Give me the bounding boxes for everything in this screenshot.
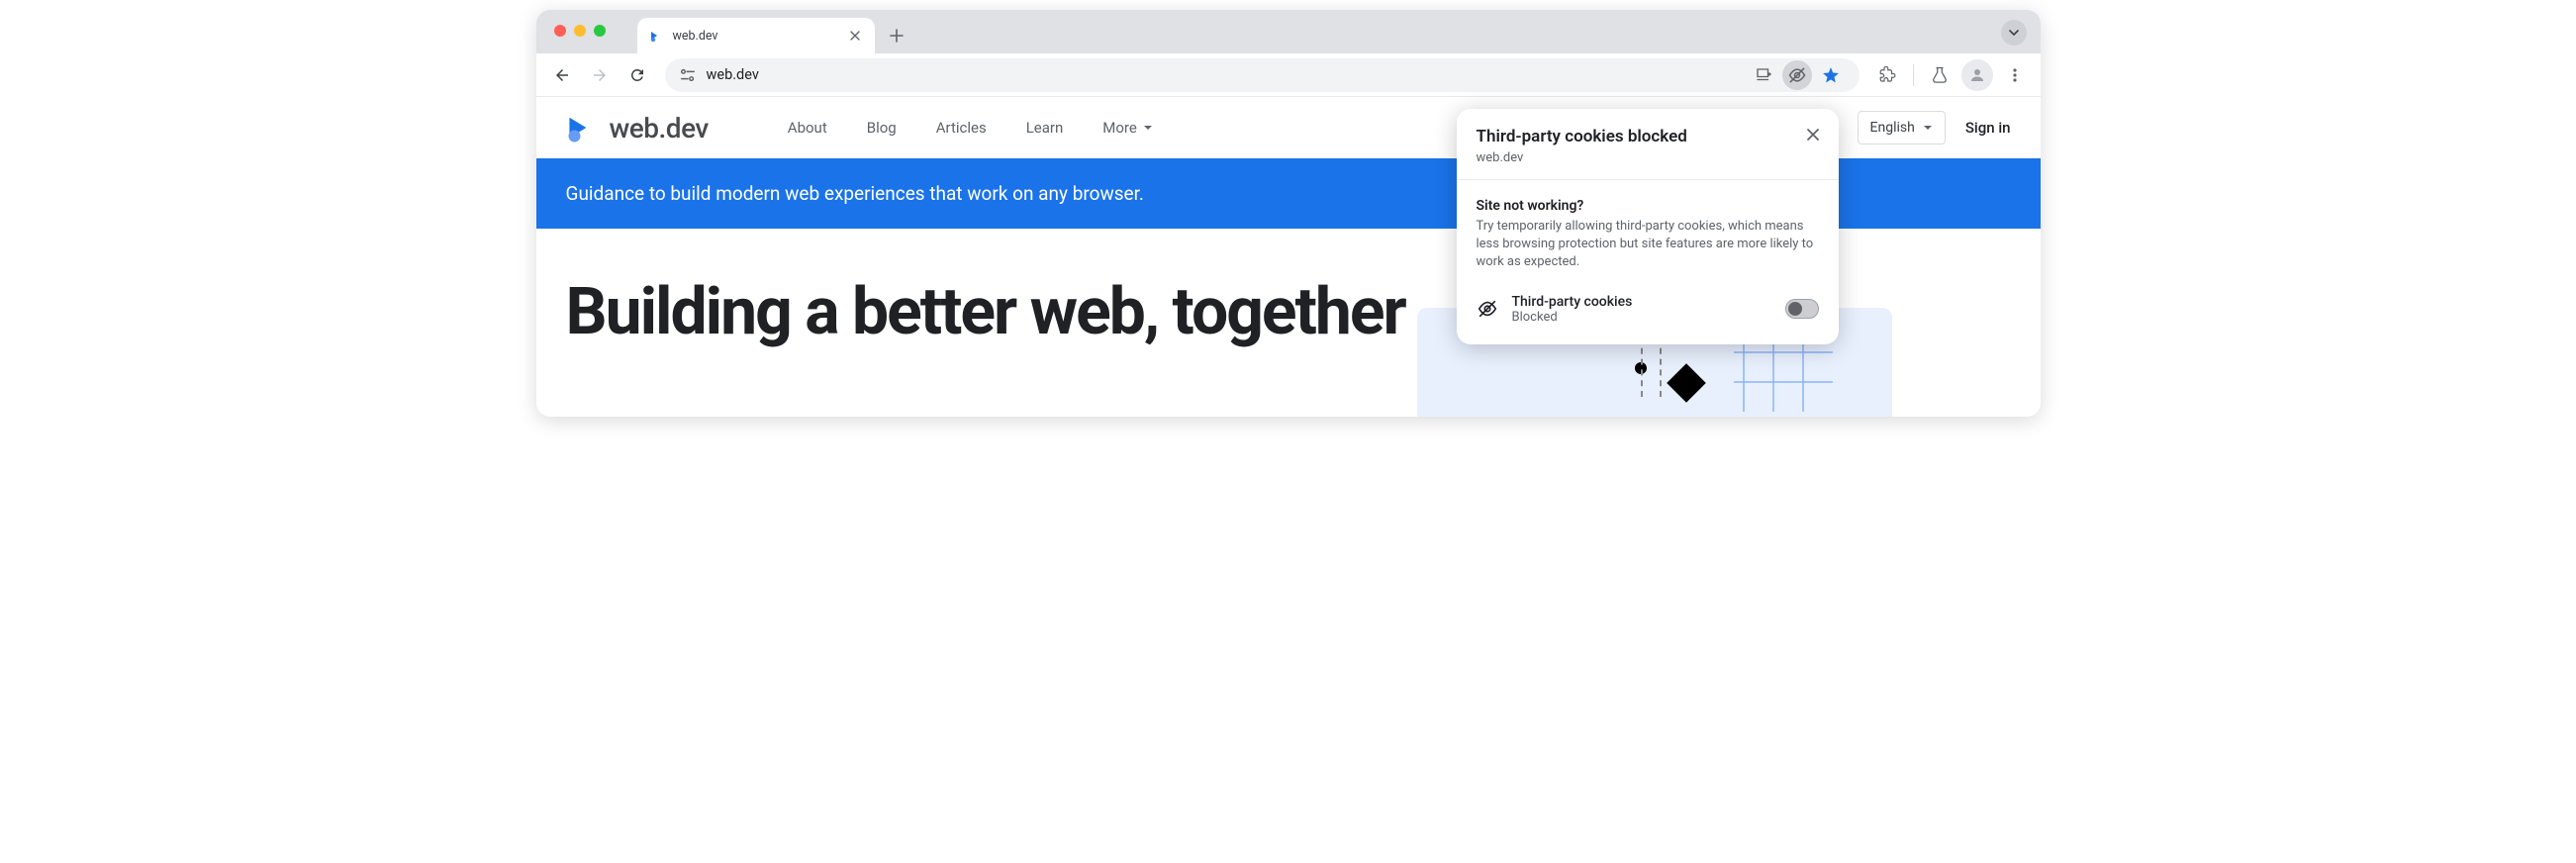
window-maximize-button[interactable] [594,25,606,37]
window-close-button[interactable] [554,25,566,37]
popup-host: web.dev [1477,150,1819,165]
toolbar-separator [1913,64,1914,86]
extensions-icon[interactable] [1871,59,1903,91]
site-settings-icon[interactable] [679,67,697,83]
address-bar[interactable]: web.dev [665,58,1860,92]
site-nav: About Blog Articles Learn More [788,119,1153,137]
chrome-menu-icon[interactable] [1999,59,2031,91]
popup-title: Third-party cookies blocked [1477,127,1819,146]
new-tab-button[interactable] [883,22,910,49]
header-right: English Sign in [1858,111,2011,144]
install-app-icon[interactable] [1749,60,1778,90]
nav-learn[interactable]: Learn [1026,119,1064,137]
sign-in-link[interactable]: Sign in [1965,119,2011,137]
url-text: web.dev [707,66,1739,83]
language-selector[interactable]: English [1858,111,1946,144]
browser-tab[interactable]: web.dev [637,18,875,53]
tab-title: web.dev [673,29,839,44]
nav-blog[interactable]: Blog [867,119,897,137]
cookies-blocked-icon[interactable] [1782,60,1812,90]
profile-avatar-icon[interactable] [1961,59,1993,91]
browser-window: web.dev [536,10,2041,417]
bookmark-star-icon[interactable] [1816,60,1846,90]
reload-button[interactable] [621,59,653,91]
eye-off-icon [1477,298,1498,320]
site-logo-text: web.dev [610,112,709,144]
cookies-popup: Third-party cookies blocked web.dev Site… [1457,109,1839,344]
nav-articles[interactable]: Articles [936,119,987,137]
tab-favicon-icon [649,28,665,44]
toggle-labels: Third-party cookies Blocked [1512,294,1771,325]
labs-icon[interactable] [1924,59,1956,91]
nav-more-label: More [1102,119,1137,137]
site-logo[interactable]: web.dev [566,111,709,144]
window-minimize-button[interactable] [574,25,586,37]
language-label: English [1870,120,1915,136]
nav-more[interactable]: More [1102,119,1153,137]
back-button[interactable] [546,59,578,91]
dropdown-arrow-icon [1143,123,1153,133]
window-dropdown-button[interactable] [2001,20,2027,46]
popup-body: Site not working? Try temporarily allowi… [1457,180,1839,344]
popup-question: Site not working? [1477,198,1819,214]
nav-about[interactable]: About [788,119,827,137]
webdev-logo-icon [566,111,600,144]
title-bar: web.dev [536,10,2041,53]
hero-title: Building a better web, together [566,278,1405,417]
popup-description: Try temporarily allowing third-party coo… [1477,218,1819,272]
cookies-toggle[interactable] [1785,299,1819,319]
popup-header: Third-party cookies blocked web.dev [1457,109,1839,180]
cookies-toggle-row: Third-party cookies Blocked [1477,294,1819,325]
toggle-knob [1788,302,1802,316]
toggle-status-label: Blocked [1512,310,1771,325]
popup-close-button[interactable] [1801,123,1825,146]
banner-text: Guidance to build modern web experiences… [566,182,1144,205]
tab-close-button[interactable] [847,28,863,44]
omnibox-actions [1749,60,1846,90]
toggle-main-label: Third-party cookies [1512,294,1771,310]
forward-button[interactable] [584,59,616,91]
browser-toolbar: web.dev [536,53,2041,97]
window-controls [554,25,606,37]
dropdown-arrow-icon [1923,123,1933,133]
